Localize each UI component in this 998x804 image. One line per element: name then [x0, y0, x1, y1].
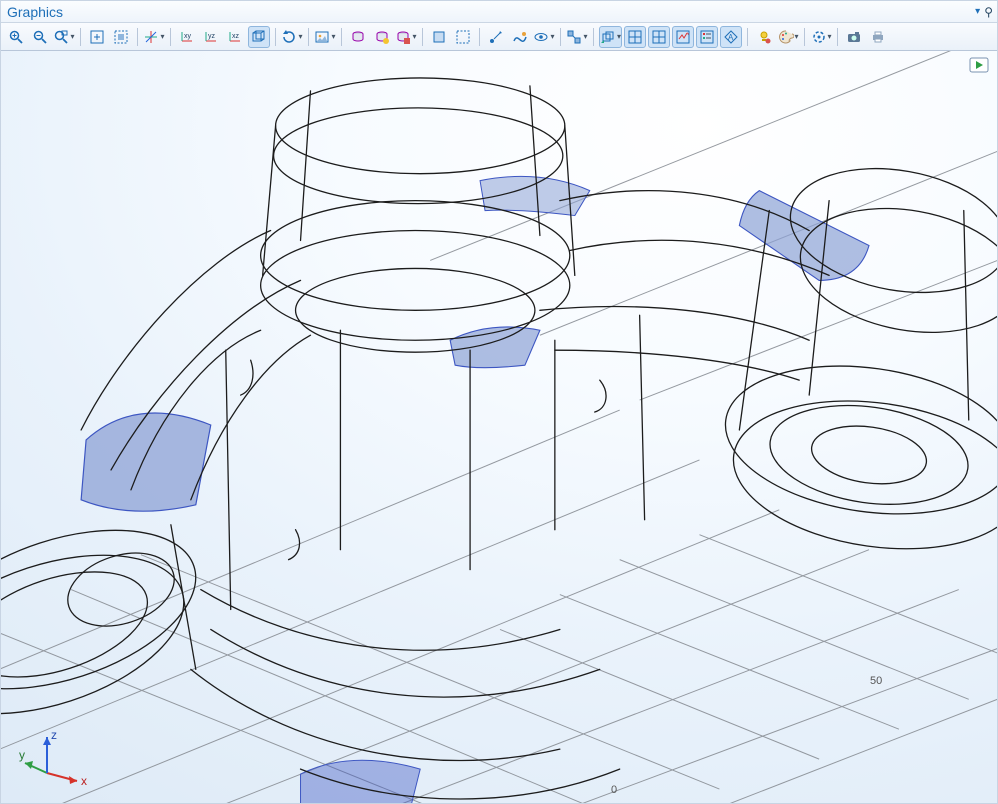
show-legend-icon[interactable]	[696, 26, 718, 48]
toolbar-separator	[341, 28, 342, 46]
svg-text:xy: xy	[184, 33, 192, 40]
box-select-icon[interactable]	[452, 26, 474, 48]
svg-text:yz: yz	[208, 33, 216, 40]
scene-light-icon[interactable]	[753, 26, 775, 48]
select-curve-icon[interactable]	[509, 26, 531, 48]
triad-x-label: x	[81, 774, 87, 788]
harddisk-block-icon[interactable]: ▾	[395, 26, 417, 48]
toolbar-separator	[422, 28, 423, 46]
toolbar-separator	[560, 28, 561, 46]
rotate-cw-icon[interactable]: ▾	[281, 26, 303, 48]
view-xy-icon[interactable]: xy	[176, 26, 198, 48]
surface-select-icon[interactable]	[428, 26, 450, 48]
show-expr-icon[interactable]	[672, 26, 694, 48]
axis-center-icon[interactable]: ▾	[143, 26, 165, 48]
camera-icon[interactable]	[843, 26, 865, 48]
select-adjacent-icon[interactable]: ▾	[566, 26, 588, 48]
zoom-in-icon[interactable]	[5, 26, 27, 48]
select-toggle-icon[interactable]: ▾	[533, 26, 555, 48]
selected-surfaces	[81, 176, 869, 803]
image-snapshot-icon[interactable]: ▾	[314, 26, 336, 48]
toolbar-separator	[837, 28, 838, 46]
triad-z-label: z	[51, 729, 57, 742]
toolbar-separator	[137, 28, 138, 46]
axis-tick-0: 0	[611, 784, 617, 796]
panel-title: Graphics	[7, 4, 63, 20]
show-grid-icon[interactable]	[624, 26, 646, 48]
harddisk-warn-icon[interactable]	[371, 26, 393, 48]
toolbar-separator	[308, 28, 309, 46]
pin-button[interactable]: ⚲	[984, 5, 993, 19]
triad-y-label: y	[19, 748, 25, 762]
window-controls: ▾ ⚲	[975, 5, 993, 19]
print-icon[interactable]	[867, 26, 889, 48]
svg-text:xz: xz	[232, 33, 240, 40]
view-default-icon[interactable]	[248, 26, 270, 48]
view-yz-icon[interactable]: yz	[200, 26, 222, 48]
animation-corner-icon[interactable]	[969, 57, 989, 73]
toolbar-separator	[747, 28, 748, 46]
toolbar-separator	[275, 28, 276, 46]
orientation-triad: x y z	[19, 729, 89, 789]
harddisk-icon[interactable]	[347, 26, 369, 48]
zoom-box-icon[interactable]: ▾	[53, 26, 75, 48]
graphics-canvas[interactable]: 0 50 x y z	[1, 51, 997, 803]
zoom-selected-icon[interactable]	[110, 26, 132, 48]
toolbar-separator	[170, 28, 171, 46]
toolbar-separator	[593, 28, 594, 46]
graphics-toolbar: ▾ ▾ xy yz xz ▾ ▾ ▾ ▾ ▾ ▾ A ▾ ▾	[1, 23, 997, 51]
model-view	[1, 51, 997, 803]
toolbar-separator	[80, 28, 81, 46]
axis-tick-50: 50	[870, 675, 882, 687]
show-label-icon[interactable]: A	[720, 26, 742, 48]
show-axes-icon[interactable]	[648, 26, 670, 48]
svg-text:A: A	[728, 33, 734, 42]
select-point-icon[interactable]	[485, 26, 507, 48]
palette-icon[interactable]: ▾	[777, 26, 799, 48]
window-menu-button[interactable]: ▾	[975, 6, 980, 17]
render-wire-icon[interactable]: ▾	[599, 26, 622, 48]
zoom-extents-icon[interactable]	[86, 26, 108, 48]
toolbar-separator	[804, 28, 805, 46]
focus-icon[interactable]: ▾	[810, 26, 832, 48]
view-xz-icon[interactable]: xz	[224, 26, 246, 48]
toolbar-separator	[479, 28, 480, 46]
panel-titlebar: Graphics ▾ ⚲	[1, 1, 997, 23]
zoom-out-icon[interactable]	[29, 26, 51, 48]
